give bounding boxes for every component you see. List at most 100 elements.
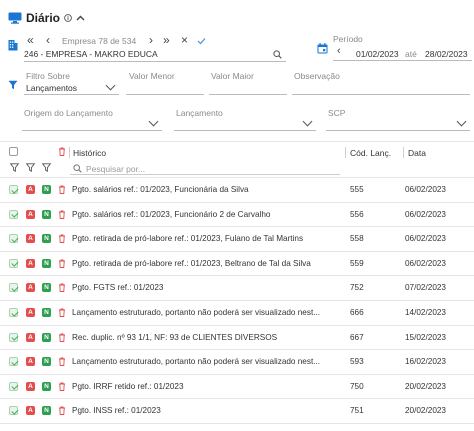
cell-data: 06/02/2023 [405,258,446,268]
tag-n-badge[interactable]: N [42,381,51,391]
valor-menor-input[interactable] [126,81,204,95]
cell-cod: 667 [350,332,364,342]
table-row[interactable]: A N Pgto. IRRF retido ref.: 01/2023 750 20/0… [0,375,474,400]
trash-icon[interactable] [58,308,66,317]
row-checkbox[interactable] [9,357,18,367]
tag-n-badge[interactable]: N [42,258,51,268]
cell-cod: 752 [350,283,364,293]
row-checkbox[interactable] [9,332,18,342]
origem-select[interactable] [22,116,162,131]
tag-a-badge[interactable]: A [26,332,35,342]
row-checkbox[interactable] [9,406,18,416]
last-company-button[interactable]: » [163,33,170,47]
search-icon[interactable] [273,50,282,59]
tag-n-badge[interactable]: N [42,209,51,219]
trash-icon[interactable] [58,357,66,367]
delete-all-icon[interactable] [58,147,66,156]
period-start[interactable]: 01/02/2023 [356,49,399,59]
tag-n-badge[interactable]: N [42,357,51,367]
cell-historico: Pgto. INSS ref.: 01/2023 [72,406,161,416]
row-checkbox[interactable] [9,209,18,219]
tag-a-badge[interactable]: A [26,283,35,293]
row-checkbox[interactable] [9,258,18,268]
cell-data: 20/02/2023 [405,406,446,416]
tag-a-badge[interactable]: A [26,185,35,194]
cell-historico: Pgto. IRRF retido ref.: 01/2023 [72,381,184,391]
tag-a-badge[interactable]: A [26,258,35,268]
company-select[interactable]: 246 - EMPRESA - MAKRO EDUCA [24,47,286,62]
next-company-button[interactable]: › [149,33,153,47]
filter-outline-icon[interactable] [42,163,51,172]
trash-icon[interactable] [58,234,66,244]
select-all-checkbox[interactable] [9,147,18,156]
table-row[interactable]: A N Pgto. FGTS ref.: 01/2023 752 07/02/2023 [0,276,474,301]
info-icon[interactable] [64,14,72,22]
column-cod[interactable]: Cód. Lanç. [350,148,391,158]
cell-historico: Lançamento estruturado, portanto não pod… [72,308,321,317]
cell-cod: 666 [350,308,364,317]
row-checkbox[interactable] [9,185,18,194]
row-checkbox[interactable] [9,234,18,244]
chevron-up-icon[interactable] [76,15,85,21]
table-row[interactable]: A N Lançamento estruturado, portanto não p… [0,301,474,326]
table-row[interactable]: A N Rec. duplic. nº 93 1/1, NF: 93 de CLIE… [0,326,474,351]
cell-data: 15/02/2023 [405,332,446,342]
historico-search-field[interactable]: Pesquisar por... [70,160,340,175]
trash-icon[interactable] [58,210,66,219]
tag-a-badge[interactable]: A [26,308,35,317]
tag-n-badge[interactable]: N [42,332,51,342]
trash-icon[interactable] [58,259,66,268]
column-separator [403,147,404,158]
table-row[interactable]: A N Pgto. INSS ref.: 01/2023 751 20/02/2023 [0,399,474,424]
building-icon [8,40,18,51]
trash-icon[interactable] [58,333,66,342]
first-company-button[interactable]: « [27,33,34,47]
trash-icon[interactable] [58,185,66,194]
clear-company-button[interactable]: × [181,33,188,47]
observacao-label: Observação [294,71,340,81]
cell-cod: 556 [350,209,364,219]
column-historico[interactable]: Histórico [73,148,106,158]
table-row[interactable]: A N Pgto. salários ref.: 01/2023, Funcioná… [0,203,474,228]
cell-data: 06/02/2023 [405,234,446,244]
chevron-down-icon [302,116,313,127]
prev-company-button[interactable]: ‹ [46,33,50,47]
trash-icon[interactable] [58,382,66,391]
company-counter: Empresa 78 de 534 [62,36,137,46]
filtro-sobre-value: Lançamentos [26,83,78,93]
row-checkbox[interactable] [9,308,18,317]
tag-a-badge[interactable]: A [26,381,35,391]
column-data[interactable]: Data [408,148,426,158]
row-checkbox[interactable] [9,283,18,293]
tag-n-badge[interactable]: N [42,234,51,244]
lancamento-select[interactable] [174,116,316,131]
trash-icon[interactable] [58,406,66,416]
row-checkbox[interactable] [9,381,18,391]
tag-n-badge[interactable]: N [42,283,51,293]
prev-period-button[interactable]: ‹ [337,45,341,57]
table-row[interactable]: A N Pgto. salários ref.: 01/2023, Funcioná… [0,178,474,203]
tag-a-badge[interactable]: A [26,406,35,416]
cell-data: 16/02/2023 [405,357,446,367]
period-range[interactable]: ‹ 01/02/2023 até 28/02/2023 [333,45,472,61]
tag-a-badge[interactable]: A [26,209,35,219]
table-row[interactable]: A N Pgto. retirada de pró-labore ref.: 01/… [0,252,474,277]
tag-n-badge[interactable]: N [42,185,51,194]
tag-a-badge[interactable]: A [26,357,35,367]
filter-outline-icon[interactable] [26,163,35,172]
tag-a-badge[interactable]: A [26,234,35,244]
scp-select[interactable] [326,116,470,131]
table-top-divider [0,141,474,142]
check-icon[interactable] [197,37,206,45]
tag-n-badge[interactable]: N [42,308,51,317]
observacao-input[interactable] [292,81,470,95]
valor-maior-input[interactable] [209,81,287,95]
calendar-icon [317,43,328,54]
trash-icon[interactable] [58,283,66,293]
tag-n-badge[interactable]: N [42,406,51,416]
filtro-sobre-select[interactable]: Lançamentos [24,80,119,95]
table-row[interactable]: A N Pgto. retirada de pró-labore ref.: 01/… [0,227,474,252]
period-end[interactable]: 28/02/2023 [425,49,468,59]
filter-outline-icon[interactable] [10,163,19,172]
table-row[interactable]: A N Lançamento estruturado, portanto não p… [0,350,474,375]
